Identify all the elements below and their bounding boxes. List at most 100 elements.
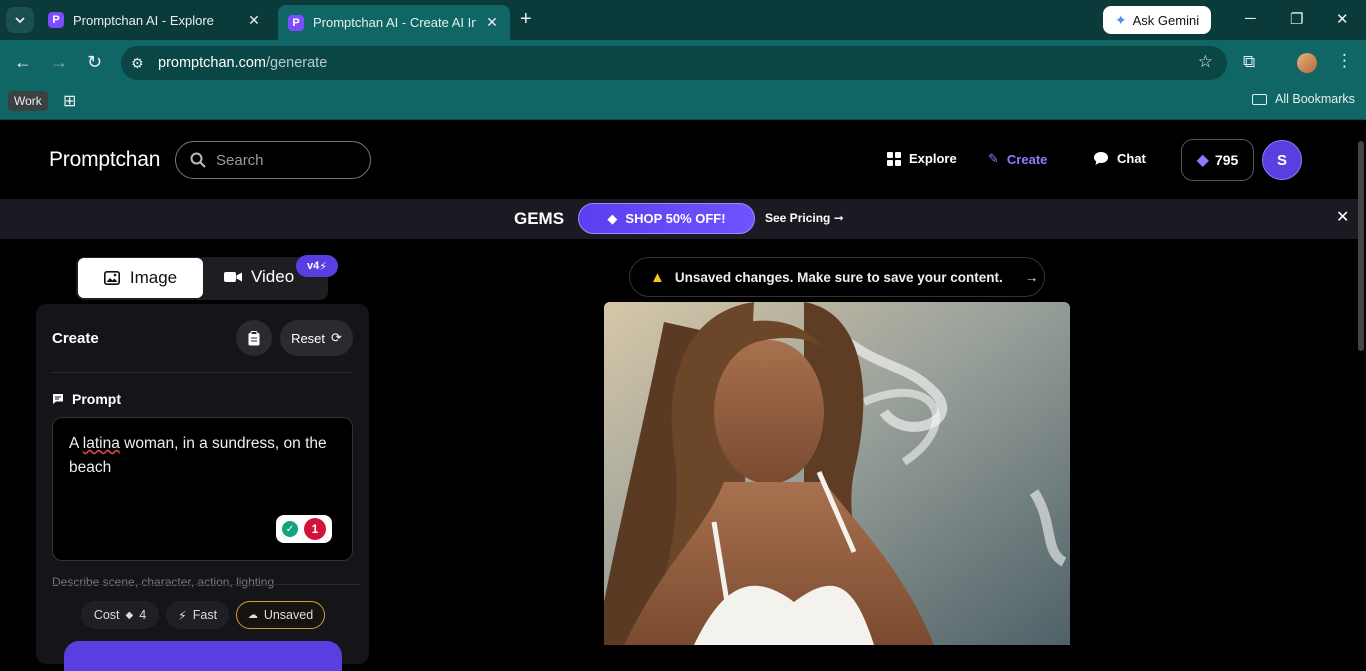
all-bookmarks-label: All Bookmarks [1275,92,1355,106]
prompt-label-text: Prompt [72,391,121,407]
cost-chip: Cost ◆ 4 [81,601,159,629]
reload-icon[interactable]: ↻ [87,52,102,73]
window-close-icon[interactable]: ✕ [1336,10,1349,28]
image-mode-label: Image [129,268,178,287]
browser-tab-bar: P Promptchan AI - Explore ✕ P Promptchan… [0,0,1366,40]
video-mode-button[interactable]: Video [224,267,294,287]
browser-profile-avatar[interactable] [1297,53,1317,73]
promptchan-app: Promptchan Search Explore ✎ Create Chat … [0,121,1366,671]
address-bar[interactable]: ⚙ promptchan.com/generate ☆ [121,46,1227,80]
url-path: /generate [266,55,328,71]
diamond-icon: ◆ [1196,152,1209,169]
video-camera-icon [224,272,242,282]
search-input[interactable]: Search [175,141,371,179]
back-arrow-icon[interactable]: ← [14,52,32,73]
reset-button[interactable]: Reset ⟳ [280,320,353,356]
more-menu-icon[interactable]: ⋮ [1336,51,1353,71]
search-icon [190,152,206,168]
promptchan-favicon-icon: P [48,12,64,28]
version-badge: v4 ⚡ [296,255,338,277]
diamond-icon: ◆ [607,210,618,226]
all-bookmarks-button[interactable]: All Bookmarks [1252,92,1355,106]
prompt-label: Prompt [52,391,121,407]
search-placeholder: Search [216,151,264,169]
media-mode-toggle: Image Video v4 ⚡ [76,255,338,300]
extensions-puzzle-icon[interactable]: ⧉ [1243,52,1255,72]
prompt-misspelled-word: latina [82,435,120,452]
work-bookmark[interactable]: Work [8,91,48,111]
ask-gemini-label: Ask Gemini [1132,12,1200,28]
shop-discount-button[interactable]: ◆ SHOP 50% OFF! [578,203,755,234]
tab-create[interactable]: P Promptchan AI - Create AI Images ✕ [278,5,510,40]
divider [52,372,352,373]
suggestion-count: 1 [304,518,326,540]
lightning-icon: ⚡ [177,608,187,623]
chevron-down-icon [15,17,25,24]
user-avatar[interactable]: S [1262,140,1302,180]
close-icon[interactable]: ✕ [246,12,262,29]
image-mode-button[interactable]: Image [78,258,203,298]
nav-explore-label: Explore [909,151,957,166]
nav-create-label: Create [1006,151,1048,167]
cost-value: 4 [139,608,147,622]
tab-title: Promptchan AI - Create AI Images [313,15,476,30]
shop-label: SHOP 50% OFF! [625,211,726,226]
browser-toolbar: ← → ↻ ⚙ promptchan.com/generate ☆ ⧉ ⋮ [0,40,1366,86]
promo-title: GEMS [514,209,565,228]
close-icon[interactable]: ✕ [484,14,500,31]
unsaved-chip[interactable]: ☁ Unsaved [236,601,325,629]
prompt-text-start: A [69,435,83,452]
version-badge-label: v4 [307,260,320,272]
apps-grid-icon[interactable]: ⊞ [63,91,76,111]
tab-search-button[interactable] [6,7,34,33]
grid-icon [887,151,901,166]
tab-title: Promptchan AI - Explore [73,12,214,28]
arrow-right-icon: → [1024,269,1039,285]
chat-bubble-icon [1094,152,1108,165]
grammar-suggestion-badge[interactable]: ✓ 1 [276,515,332,543]
generated-image-artwork [604,302,1070,645]
nav-create[interactable]: ✎ Create [988,151,1047,167]
bookmarks-bar: Work ⊞ All Bookmarks [0,86,1366,120]
panel-title: Create [52,330,99,347]
image-icon [103,271,120,285]
folder-icon [1252,93,1267,105]
lightbulb-icon: ✓ [282,521,298,537]
forward-arrow-icon[interactable]: → [50,52,68,73]
nav-chat-label: Chat [1117,151,1146,166]
nav-explore[interactable]: Explore [887,151,957,166]
new-tab-icon[interactable]: + [520,9,532,29]
unsaved-changes-warning[interactable]: ▲ Unsaved changes. Make sure to save you… [629,257,1045,297]
unsaved-label: Unsaved [263,608,314,622]
diamond-icon: ◆ [125,609,134,621]
warning-text: Unsaved changes. Make sure to save your … [674,269,1003,285]
ask-gemini-button[interactable]: ✦ Ask Gemini [1103,6,1211,34]
bookmark-star-icon[interactable]: ☆ [1198,52,1213,72]
message-icon [53,394,63,404]
cloud-off-icon: ☁ [247,609,258,621]
restore-icon[interactable]: ❐ [1290,10,1303,28]
warning-triangle-icon: ▲ [650,268,665,286]
tab-explore[interactable]: P Promptchan AI - Explore ✕ [38,5,272,35]
clipboard-button[interactable] [236,320,272,356]
fast-label: Fast [192,608,218,622]
close-icon[interactable]: ✕ [1336,207,1349,227]
see-pricing-link[interactable]: See Pricing ➞ [765,211,844,225]
generated-image[interactable] [604,302,1070,645]
gemini-sparkle-icon: ✦ [1114,11,1127,28]
prompt-helper-text: Describe scene, character, action, light… [52,575,275,589]
page-scrollbar[interactable] [1358,141,1364,351]
lightning-icon: ⚡ [319,260,327,273]
reset-label: Reset [291,330,326,346]
logo[interactable]: Promptchan [49,148,160,172]
nav-chat[interactable]: Chat [1093,151,1146,166]
minimize-icon[interactable]: ─ [1245,10,1256,27]
clipboard-icon [248,330,260,345]
divider [52,584,360,585]
create-panel: Create Reset ⟳ Prompt A latina woman, in… [36,304,369,671]
fast-mode-chip[interactable]: ⚡ Fast [166,601,229,629]
gems-balance-button[interactable]: ◆ 795 [1181,139,1254,181]
site-info-icon[interactable]: ⚙ [131,55,144,72]
url-host: promptchan.com [158,55,266,71]
generate-button[interactable] [64,641,342,671]
